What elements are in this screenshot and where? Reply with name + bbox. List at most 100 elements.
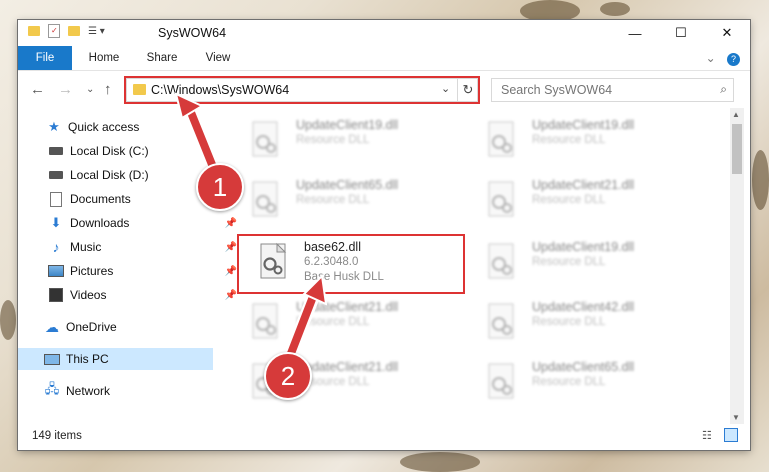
dll-file-icon (252, 303, 278, 339)
address-highlight-box (124, 76, 480, 104)
item-count: 149 items (32, 430, 82, 442)
background-pattern (400, 452, 480, 472)
vertical-scrollbar[interactable]: ▲ ▼ (730, 108, 744, 424)
file-description: Resource DLL (532, 256, 606, 268)
file-name: UpdateClient65.dll (532, 360, 635, 374)
file-highlight-box (237, 234, 465, 294)
step-badge-1: 1 (196, 163, 244, 211)
tab-file[interactable]: File (18, 46, 72, 70)
maximize-button[interactable]: ☐ (658, 20, 704, 46)
navigation-pane: ★ Quick access Local Disk (C:) Local Dis… (18, 108, 237, 424)
details-view-icon[interactable]: ☷ (702, 429, 712, 442)
search-box[interactable]: ⌕ (491, 78, 734, 102)
dll-file-icon (488, 121, 514, 157)
sidebar-item-network[interactable]: 🖧 Network (18, 380, 239, 402)
music-icon: ♪ (52, 239, 60, 255)
file-description: Resource DLL (296, 134, 370, 146)
file-item[interactable]: UpdateClient19.dll Resource DLL (474, 114, 704, 168)
sidebar-item-label: This PC (66, 352, 109, 366)
sidebar-item-label: Downloads (70, 216, 130, 230)
sidebar-item-label: Documents (70, 192, 131, 206)
documents-icon (48, 191, 64, 207)
drive-icon (48, 144, 64, 158)
step-badge-2: 2 (264, 352, 312, 400)
customize-toolbar-icon[interactable]: ☰ ▾ (88, 26, 105, 37)
scroll-down-icon[interactable]: ▼ (732, 413, 740, 422)
tab-home[interactable]: Home (84, 46, 124, 70)
scrollbar-thumb[interactable] (732, 124, 742, 174)
sidebar-item-label: Pictures (70, 264, 114, 278)
background-pattern (752, 150, 769, 210)
file-description: Resource DLL (296, 316, 370, 328)
file-item[interactable]: UpdateClient21.dll Resource DLL (474, 174, 704, 228)
explorer-window: ✓ ☰ ▾ SysWOW64 — ☐ ✕ File Home Share Vie… (18, 20, 750, 450)
computer-icon (44, 352, 60, 366)
sidebar-item-videos[interactable]: Videos 📌 (18, 284, 243, 306)
file-item[interactable]: UpdateClient42.dll Resource DLL (474, 296, 704, 350)
sidebar-item-label: Videos (70, 288, 107, 302)
window-title: SysWOW64 (158, 26, 227, 40)
search-input[interactable] (499, 82, 703, 98)
file-name: UpdateClient19.dll (532, 118, 635, 132)
folder-icon[interactable] (28, 26, 40, 36)
file-name: UpdateClient19.dll (532, 240, 635, 254)
sidebar-item-downloads[interactable]: ⬇ Downloads 📌 (18, 212, 243, 234)
ribbon: File Home Share View ⌄ ? (18, 46, 750, 71)
file-item[interactable]: UpdateClient65.dll Resource DLL (474, 356, 704, 410)
forward-button[interactable]: → (58, 81, 73, 98)
sidebar-item-pictures[interactable]: Pictures 📌 (18, 260, 243, 282)
file-description: Resource DLL (532, 194, 606, 206)
close-button[interactable]: ✕ (704, 20, 750, 46)
background-pattern (520, 0, 580, 22)
download-icon: ⬇ (50, 215, 62, 230)
background-pattern (0, 300, 16, 340)
sidebar-item-label: OneDrive (66, 320, 117, 334)
properties-icon[interactable]: ✓ (48, 24, 60, 38)
dll-file-icon (488, 303, 514, 339)
sidebar-item-this-pc[interactable]: This PC (18, 348, 213, 370)
file-description: Resource DLL (296, 194, 370, 206)
sidebar-item-label: Local Disk (D:) (70, 168, 149, 182)
sidebar-item-local-disk-c[interactable]: Local Disk (C:) (18, 140, 243, 162)
sidebar-item-quick-access[interactable]: ★ Quick access (18, 116, 241, 138)
sidebar-item-label: Local Disk (C:) (70, 144, 149, 158)
file-description: Resource DLL (532, 316, 606, 328)
file-item[interactable]: UpdateClient19.dll Resource DLL (474, 236, 704, 290)
file-item[interactable]: UpdateClient19.dll Resource DLL (238, 114, 468, 168)
pictures-icon (48, 264, 64, 278)
sidebar-item-label: Network (66, 384, 111, 398)
sidebar-item-onedrive[interactable]: ☁ OneDrive (18, 316, 239, 338)
star-icon: ★ (48, 119, 60, 134)
recent-locations-button[interactable]: ⌄ (86, 84, 94, 95)
expand-ribbon-icon[interactable]: ⌄ (706, 51, 716, 65)
dll-file-icon (488, 181, 514, 217)
videos-icon (48, 288, 64, 302)
search-icon[interactable]: ⌕ (720, 82, 727, 97)
dll-file-icon (488, 243, 514, 279)
dll-file-icon (488, 363, 514, 399)
file-name: UpdateClient65.dll (296, 178, 399, 192)
sidebar-item-music[interactable]: ♪ Music 📌 (18, 236, 243, 258)
file-name: UpdateClient21.dll (296, 300, 399, 314)
dll-file-icon (252, 181, 278, 217)
minimize-button[interactable]: — (612, 20, 658, 46)
help-icon[interactable]: ? (727, 53, 740, 66)
status-bar: 149 items ☷ (18, 424, 750, 450)
back-button[interactable]: ← (30, 81, 45, 98)
file-name: UpdateClient19.dll (296, 118, 399, 132)
file-name: UpdateClient42.dll (532, 300, 635, 314)
up-button[interactable]: ↑ (104, 81, 112, 98)
file-item[interactable]: UpdateClient21.dll Resource DLL (238, 296, 468, 350)
background-pattern (600, 2, 630, 16)
cloud-icon: ☁ (45, 318, 59, 335)
sidebar-item-label: Music (70, 240, 102, 254)
scroll-up-icon[interactable]: ▲ (732, 110, 740, 119)
large-icons-view-icon[interactable] (724, 428, 738, 442)
tab-share[interactable]: Share (142, 46, 182, 70)
dll-file-icon (252, 121, 278, 157)
quick-access-toolbar: ✓ ☰ ▾ (28, 24, 105, 38)
tab-view[interactable]: View (198, 46, 238, 70)
new-folder-icon[interactable] (68, 26, 80, 36)
title-bar: ✓ ☰ ▾ SysWOW64 — ☐ ✕ (18, 20, 750, 46)
file-item[interactable]: UpdateClient65.dll Resource DLL (238, 174, 468, 228)
